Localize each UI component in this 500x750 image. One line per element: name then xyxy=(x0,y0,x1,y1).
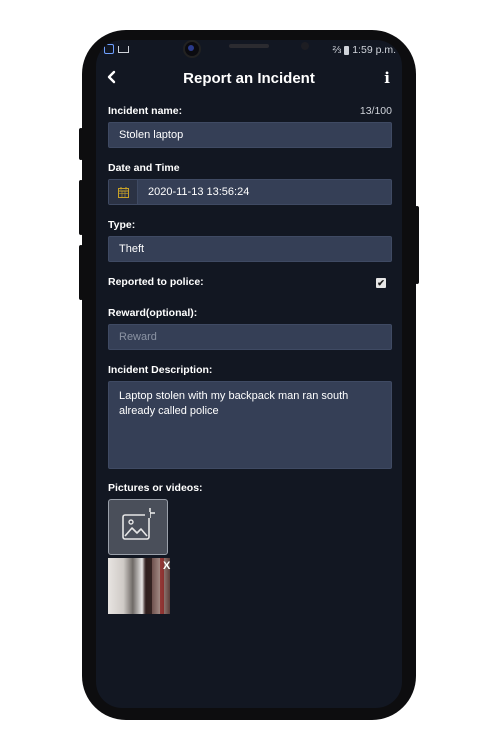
description-textarea[interactable]: Laptop stolen with my backpack man ran s… xyxy=(108,381,392,469)
status-time: 1:59 p.m. xyxy=(352,44,396,56)
description-label: Incident Description: xyxy=(108,364,213,376)
screen: ⅔ 1:59 p.m. Report an Incident i Inciden… xyxy=(96,40,402,708)
type-label: Type: xyxy=(108,219,136,231)
type-select[interactable]: Theft xyxy=(108,236,392,262)
incident-name-label: Incident name: xyxy=(108,105,183,117)
notification-icon xyxy=(104,44,114,54)
reward-label: Reward(optional): xyxy=(108,307,198,319)
power-button xyxy=(415,206,419,284)
info-button[interactable]: i xyxy=(384,69,390,87)
media-thumbnail[interactable] xyxy=(108,558,170,614)
calendar-button[interactable] xyxy=(109,180,138,204)
date-time-input[interactable]: 2020-11-13 13:56:24 xyxy=(108,179,392,205)
incident-name-input[interactable]: Stolen laptop xyxy=(108,122,392,148)
signal-icon: ⅔ xyxy=(332,44,342,56)
battery-icon xyxy=(344,45,350,55)
remove-media-button[interactable]: X xyxy=(163,560,170,572)
reported-to-police-checkbox[interactable]: ✔ xyxy=(376,278,386,288)
calendar-icon xyxy=(117,186,129,198)
reported-to-police-label: Reported to police: xyxy=(108,276,204,288)
page-title: Report an Incident xyxy=(183,70,315,87)
thumbnail-detail xyxy=(146,558,152,614)
app-header: Report an Incident i xyxy=(96,64,402,94)
reward-input[interactable]: Reward xyxy=(108,324,392,350)
side-button xyxy=(79,128,83,160)
incident-name-counter: 13/100 xyxy=(359,105,392,117)
date-time-label: Date and Time xyxy=(108,162,180,174)
media-label: Pictures or videos: xyxy=(108,482,203,494)
add-media-button[interactable] xyxy=(108,499,168,555)
usb-icon xyxy=(118,45,129,53)
proximity-sensor xyxy=(301,42,309,50)
side-button xyxy=(79,245,83,300)
earpiece-speaker xyxy=(229,44,269,48)
status-bar: ⅔ 1:59 p.m. xyxy=(96,40,402,62)
front-camera xyxy=(183,40,201,58)
add-image-icon xyxy=(122,508,155,540)
side-button xyxy=(79,180,83,235)
date-time-value: 2020-11-13 13:56:24 xyxy=(148,186,250,198)
